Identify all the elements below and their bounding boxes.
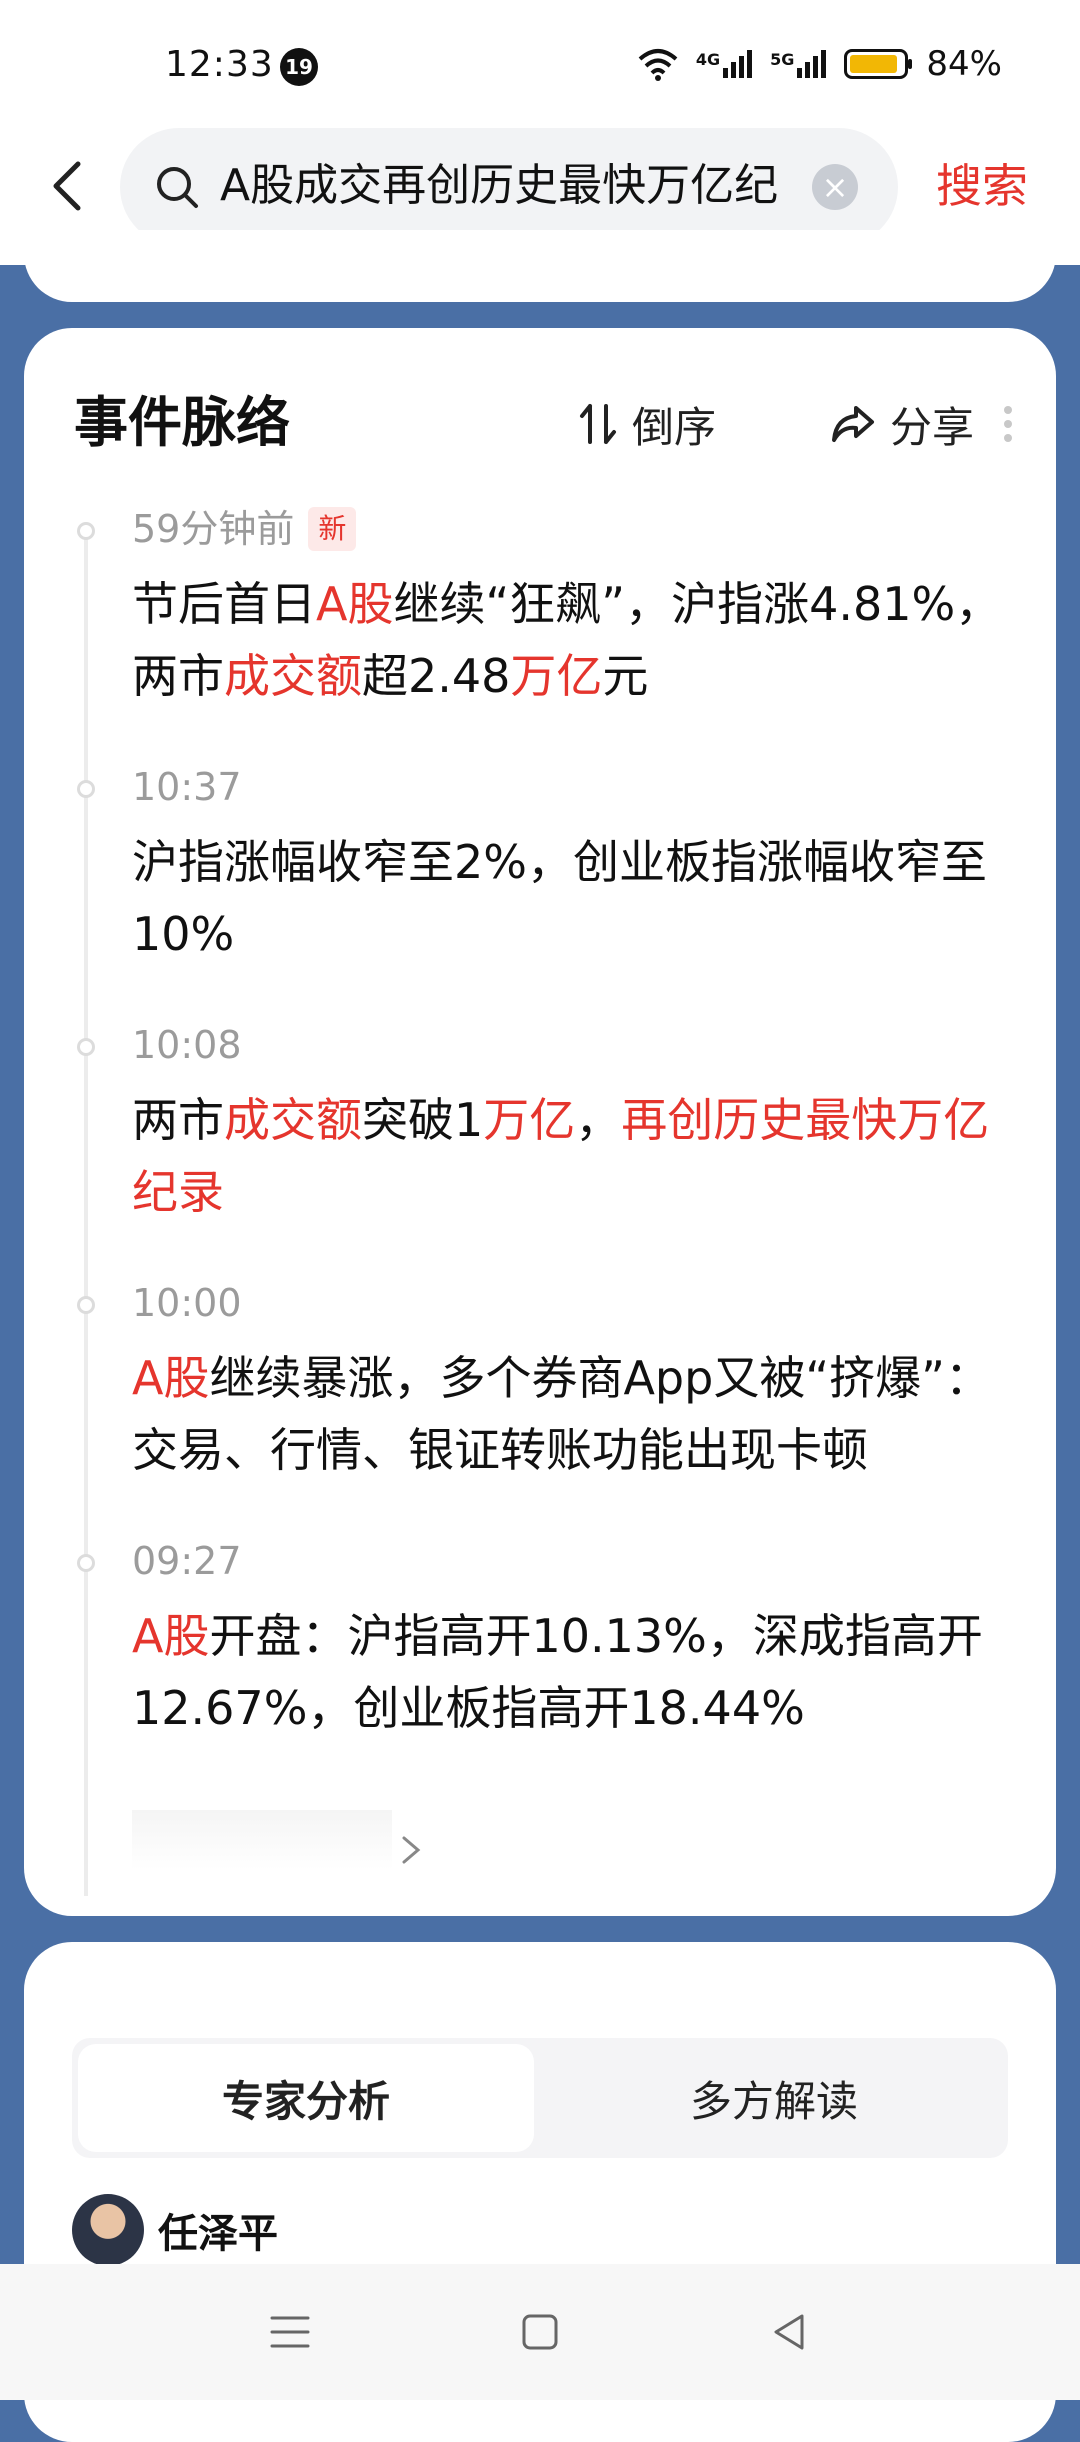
timeline-text[interactable]: 节后首日A股继续“狂飙”，沪指涨4.81%，两市成交额超2.48万亿元 [132, 568, 1012, 712]
sort-icon [580, 404, 616, 444]
highlight-text: 万亿 [510, 649, 603, 703]
timeline-text[interactable]: A股开盘：沪指高开10.13%，深成指高开12.67%，创业板指高开18.44% [132, 1600, 1012, 1744]
battery-icon [844, 49, 913, 79]
body-text: ， [575, 1093, 622, 1147]
expert-row[interactable]: 任泽平 [72, 2194, 278, 2266]
more-options-icon[interactable] [1000, 402, 1016, 446]
header: 12:33 19 4G 5G 84% A股成交再创历史最快万亿纪 × 搜索 [0, 0, 1080, 265]
battery-percent: 84% [926, 44, 1002, 84]
faded-more-text [132, 1810, 392, 1870]
sort-button[interactable]: 倒序 [578, 394, 716, 454]
timeline-time: 10:08 [132, 1023, 242, 1067]
highlight-text: 成交额 [224, 649, 362, 703]
body-text: 两市 [132, 1093, 224, 1147]
timeline-dot [77, 1296, 95, 1314]
card-title: 事件脉络 [74, 391, 290, 454]
card-header: 事件脉络 倒序 分享 [74, 388, 1016, 458]
search-input[interactable]: A股成交再创历史最快万亿纪 × [120, 128, 898, 246]
body-text: 沪指涨幅收窄至2%，创业板指涨幅收窄至10% [132, 835, 987, 961]
timeline-item[interactable]: 10:37 沪指涨幅收窄至2%，创业板指涨幅收窄至10% [24, 756, 1056, 1014]
highlight-text: 万亿 [483, 1093, 576, 1147]
highlight-text: A股 [132, 1351, 210, 1405]
timeline-dot [77, 1038, 95, 1056]
body-text: 开盘：沪指高开10.13%，深成指高开12.67%，创业板指高开18.44% [132, 1609, 983, 1735]
status-icons: 4G 5G 84% [638, 44, 1002, 84]
timeline-time: 10:37 [132, 765, 242, 809]
share-button[interactable]: 分享 [830, 394, 974, 454]
body-text: 突破1 [362, 1093, 484, 1147]
timeline-item[interactable]: 10:00 A股继续暴涨，多个券商App又被“挤爆”：交易、行情、银证转账功能出… [24, 1272, 1056, 1530]
event-timeline-card: 事件脉络 倒序 分享 59分钟前 新 节后首日A股继续“狂飙”，沪指涨4.81%… [24, 328, 1056, 1916]
timeline-dot [77, 780, 95, 798]
expert-name: 任泽平 [158, 2211, 278, 2257]
search-icon [157, 167, 198, 208]
highlight-text: 成交额 [224, 1093, 362, 1147]
body-text: 超2.48 [362, 649, 511, 703]
share-label: 分享 [890, 402, 975, 452]
timeline-time: 59分钟前 新 [132, 504, 357, 554]
highlight-text: A股 [132, 1609, 210, 1663]
status-time: 12:33 [165, 44, 274, 85]
body-text: 节后首日 [132, 577, 316, 631]
timeline-dot [77, 1554, 95, 1572]
wifi-icon [638, 49, 678, 81]
signal-4g-icon: 4G [696, 50, 753, 78]
system-nav-bar [0, 2264, 1080, 2400]
sort-label: 倒序 [632, 402, 717, 452]
search-query[interactable]: A股成交再创历史最快万亿纪 [220, 158, 800, 214]
chevron-right-icon[interactable] [396, 1830, 426, 1870]
analysis-tabs: 专家分析 多方解读 [72, 2038, 1008, 2158]
tab-multi-interpretation[interactable]: 多方解读 [546, 2044, 1002, 2152]
timeline-time: 09:27 [132, 1539, 242, 1583]
search-button[interactable]: 搜索 [936, 154, 1028, 218]
status-bar: 12:33 19 4G 5G 84% [0, 0, 1080, 130]
timeline-item[interactable]: 09:27 A股开盘：沪指高开10.13%，深成指高开12.67%，创业板指高开… [24, 1530, 1056, 1788]
previous-card-bottom [24, 230, 1056, 302]
timeline-time: 10:00 [132, 1281, 242, 1325]
tab-expert-analysis[interactable]: 专家分析 [78, 2044, 534, 2152]
avatar [72, 2194, 144, 2266]
back-arrow-icon[interactable] [40, 156, 100, 216]
body-text: 元 [602, 649, 649, 703]
back-icon[interactable] [762, 2304, 818, 2360]
notification-badge: 19 [280, 48, 318, 86]
timeline-text[interactable]: 两市成交额突破1万亿，再创历史最快万亿纪录 [132, 1084, 1012, 1228]
signal-5g-icon: 5G [770, 50, 827, 78]
timeline-item[interactable]: 59分钟前 新 节后首日A股继续“狂飙”，沪指涨4.81%，两市成交额超2.48… [24, 498, 1056, 756]
home-icon[interactable] [512, 2304, 568, 2360]
timeline-item[interactable]: 10:08 两市成交额突破1万亿，再创历史最快万亿纪录 [24, 1014, 1056, 1272]
timeline: 59分钟前 新 节后首日A股继续“狂飙”，沪指涨4.81%，两市成交额超2.48… [24, 498, 1056, 1896]
highlight-text: A股 [316, 577, 394, 631]
timeline-text[interactable]: 沪指涨幅收窄至2%，创业板指涨幅收窄至10% [132, 826, 1012, 970]
clear-icon[interactable]: × [812, 164, 858, 210]
new-badge: 新 [308, 507, 357, 551]
body-text: 继续暴涨，多个券商App又被“挤爆”：交易、行情、银证转账功能出现卡顿 [132, 1351, 991, 1477]
share-icon [832, 406, 874, 442]
timeline-dot [77, 522, 95, 540]
timeline-text[interactable]: A股继续暴涨，多个券商App又被“挤爆”：交易、行情、银证转账功能出现卡顿 [132, 1342, 1012, 1486]
menu-icon[interactable] [262, 2304, 318, 2360]
